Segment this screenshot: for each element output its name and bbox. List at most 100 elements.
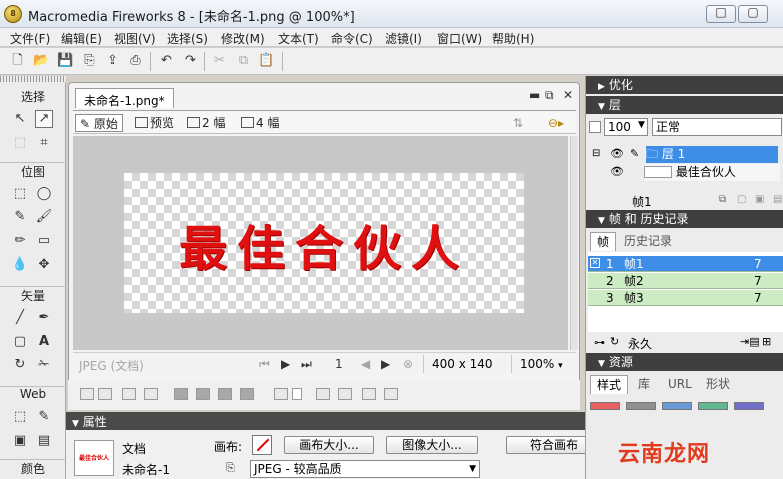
tab-url[interactable]: URL [662, 375, 698, 394]
import-icon[interactable]: ⎘ [81, 53, 98, 69]
view-2up-button[interactable]: 2 幅 [187, 114, 225, 132]
first-frame-icon[interactable]: ⏮ [259, 357, 270, 372]
style-swatch[interactable] [662, 402, 692, 410]
pencil-tool-icon[interactable]: ✏ [11, 232, 29, 250]
doc-restore-icon[interactable]: ⧉ [545, 88, 554, 103]
brush-tool-icon[interactable]: 🖌 [35, 208, 53, 226]
distribute-frames-icon[interactable]: ⇥▤ [740, 335, 760, 348]
text-tool-icon[interactable]: A [35, 333, 53, 351]
flip-horizontal-icon[interactable] [362, 388, 376, 400]
export-format-select[interactable]: JPEG - 较高品质 ▼ [250, 460, 480, 478]
export-icon[interactable]: ⇪ [104, 53, 121, 69]
new-layer-icon[interactable]: ⧉ [719, 194, 726, 205]
menu-view[interactable]: 视图(V) [114, 30, 156, 47]
image-size-button[interactable]: 图像大小... [386, 436, 478, 454]
knife-tool-icon[interactable]: ✁ [35, 356, 53, 374]
canvas-text-art[interactable]: 最佳合伙人 [124, 209, 524, 279]
last-frame-icon[interactable]: ⏭ [301, 357, 312, 372]
save-icon[interactable]: 💾 [57, 53, 74, 69]
show-slices-icon[interactable]: ▤ [35, 432, 53, 450]
document-tab[interactable]: 未命名-1.png* [75, 88, 174, 108]
bring-front-icon[interactable] [174, 388, 188, 400]
collapse-layer-icon[interactable]: ⊟ [592, 148, 600, 159]
send-backward-icon[interactable] [218, 388, 232, 400]
eye-icon[interactable]: 👁 [610, 147, 624, 160]
eraser-tool-icon[interactable]: ▭ [35, 232, 53, 250]
view-4up-button[interactable]: 4 幅 [241, 114, 279, 132]
style-swatch[interactable] [734, 402, 764, 410]
quick-export-icon[interactable]: ⇅ [513, 114, 523, 132]
layers-panel-header[interactable]: ▼ 层 [586, 96, 783, 114]
add-frame-icon[interactable]: ⊞ [762, 335, 771, 348]
preview-in-browser-icon[interactable]: ⊖▸ [548, 114, 564, 132]
align-icon[interactable] [274, 388, 288, 400]
canvas-image[interactable]: 最佳合伙人 [124, 173, 524, 313]
flip-vertical-icon[interactable] [384, 388, 398, 400]
lasso-tool-icon[interactable]: ◯ [35, 185, 53, 203]
delete-layer-icon[interactable]: ▤ [773, 194, 782, 205]
hotspot-tool-icon[interactable]: ⬚ [11, 408, 29, 426]
frame-delay[interactable]: 7 [754, 256, 762, 272]
frames-panel-header[interactable]: ▼ 帧 和 历史记录 [586, 210, 783, 228]
crop-tool-icon[interactable]: ⌗ [35, 134, 53, 152]
lock-layer-icon[interactable] [589, 121, 601, 133]
maximize-button[interactable]: ▢ [738, 5, 768, 23]
prev-frame-icon[interactable]: ◀ [361, 357, 370, 371]
menu-edit[interactable]: 编辑(E) [61, 30, 102, 47]
loop-icon[interactable]: ↻ [610, 335, 619, 348]
pointer-tool-icon[interactable]: ↖ [11, 110, 29, 128]
ungroup-icon[interactable] [98, 388, 112, 400]
pencil-icon[interactable]: ✎ [630, 147, 639, 160]
minimize-button[interactable]: □ [706, 5, 736, 23]
canvas-size-button[interactable]: 画布大小... [284, 436, 374, 454]
magic-wand-tool-icon[interactable]: ✎ [11, 208, 29, 226]
style-swatch[interactable] [698, 402, 728, 410]
rectangle-tool-icon[interactable]: ▢ [11, 333, 29, 351]
frame-row[interactable]: ✕ 1 帧1 7 [588, 256, 783, 272]
menu-window[interactable]: 窗口(W) [437, 30, 482, 47]
tools-panel-grip[interactable] [0, 76, 66, 82]
copy-icon[interactable]: ⧉ [235, 53, 252, 69]
open-file-icon[interactable]: 📂 [33, 53, 50, 69]
hide-slices-icon[interactable]: ▣ [11, 432, 29, 450]
menu-file[interactable]: 文件(F) [10, 30, 50, 47]
menu-select[interactable]: 选择(S) [167, 30, 208, 47]
split-icon[interactable] [144, 388, 158, 400]
canvas-area[interactable]: 最佳合伙人 [73, 136, 568, 350]
tab-history[interactable]: 历史记录 [618, 232, 678, 251]
cut-icon[interactable]: ✂ [211, 53, 228, 69]
loop-icon[interactable]: ⊗ [403, 357, 413, 371]
vertical-scrollbar[interactable] [570, 136, 578, 350]
send-back-icon[interactable] [240, 388, 254, 400]
menu-text[interactable]: 文本(T) [278, 30, 319, 47]
group-icon[interactable] [80, 388, 94, 400]
frame-delay[interactable]: 7 [754, 290, 762, 306]
marquee-tool-icon[interactable]: ⬚ [11, 185, 29, 203]
opacity-dropdown-icon[interactable]: ▼ [638, 120, 645, 130]
eye-icon[interactable]: 👁 [610, 165, 624, 178]
frame-row[interactable]: 3 帧3 7 [588, 290, 783, 306]
menu-modify[interactable]: 修改(M) [221, 30, 265, 47]
view-preview-button[interactable]: 预览 [135, 114, 174, 132]
rotate-cw-icon[interactable] [338, 388, 352, 400]
tab-library[interactable]: 库 [632, 375, 656, 394]
rotate-ccw-icon[interactable] [316, 388, 330, 400]
slice-tool-icon[interactable]: ✎ [35, 408, 53, 426]
print-icon[interactable]: ⎙ [127, 53, 144, 69]
onion-skin-icon[interactable]: ⊶ [594, 336, 605, 349]
new-sublayer-icon[interactable]: ▢ [737, 194, 746, 205]
doc-close-icon[interactable]: ✕ [563, 88, 573, 102]
bring-forward-icon[interactable] [196, 388, 210, 400]
subselection-tool-icon[interactable]: ↗ [35, 110, 53, 128]
optimize-panel-header[interactable]: ▶ 优化 [586, 76, 783, 94]
pen-tool-icon[interactable]: ✒ [35, 309, 53, 327]
view-original-button[interactable]: ✎ 原始 [75, 114, 123, 132]
next-frame-icon[interactable]: ▶ [381, 357, 390, 371]
new-bitmap-icon[interactable]: ▣ [755, 194, 764, 205]
frame-delay[interactable]: 7 [754, 273, 762, 289]
tab-shapes[interactable]: 形状 [700, 375, 736, 394]
object-row[interactable]: 最佳合伙人 [644, 164, 780, 181]
align-dropdown-icon[interactable] [292, 388, 302, 400]
zoom-level[interactable]: 100% ▾ [511, 355, 569, 373]
join-icon[interactable] [122, 388, 136, 400]
